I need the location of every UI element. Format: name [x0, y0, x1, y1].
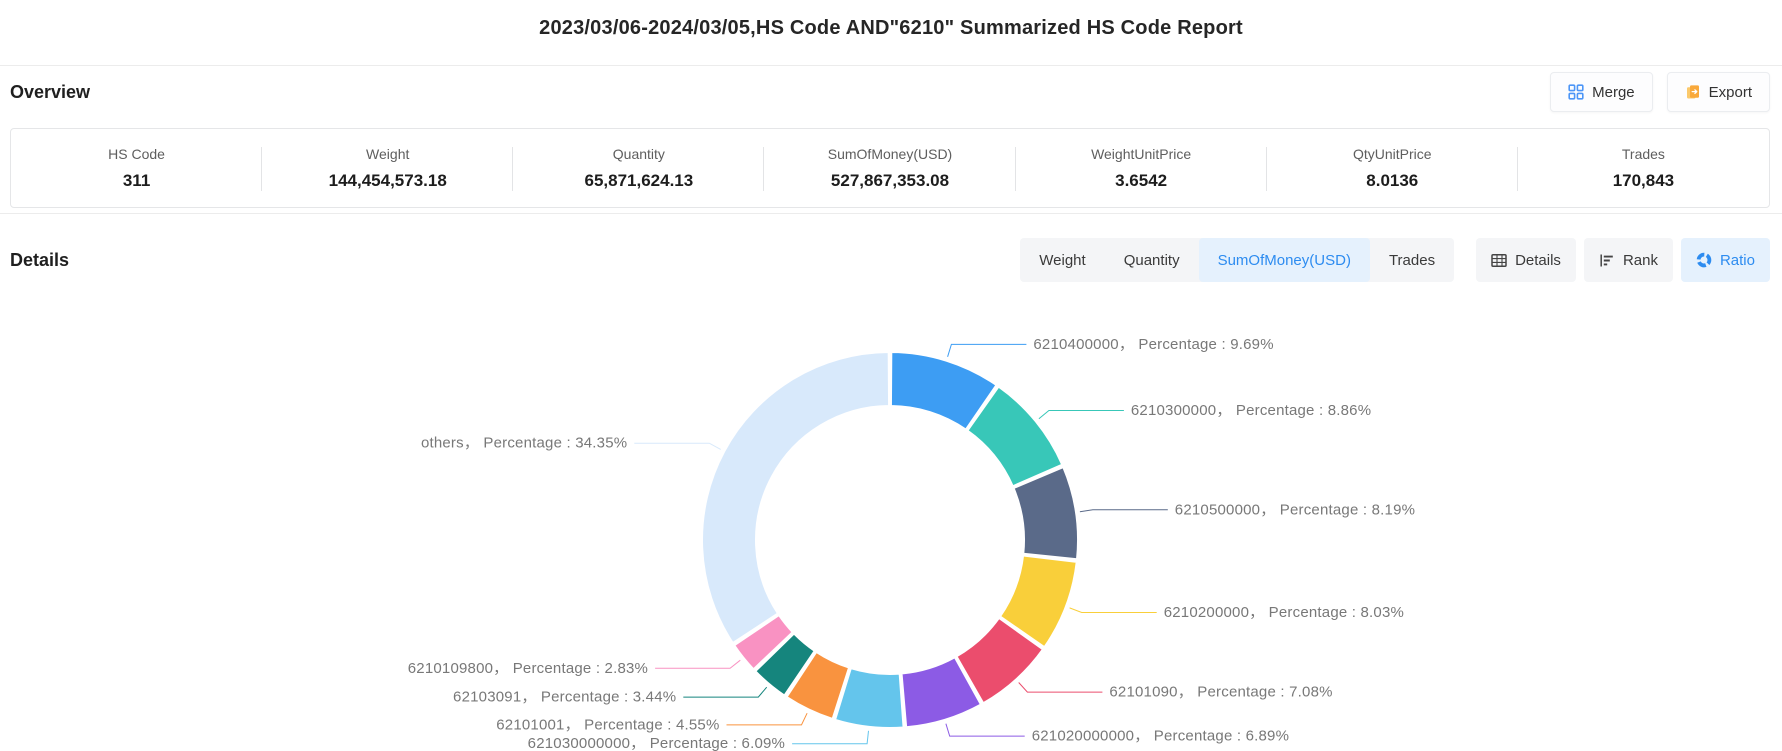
- label-leader-line: [634, 443, 720, 449]
- label-leader-line: [1019, 683, 1103, 693]
- slice-label-6210200000: 6210200000， Percentage : 8.03%: [1164, 604, 1404, 621]
- label-leader-line: [727, 713, 808, 725]
- label-leader-line: [792, 731, 868, 744]
- label-leader-line: [1080, 510, 1168, 512]
- slice-label-others: others， Percentage : 34.35%: [421, 435, 627, 452]
- slice-label-62101001: 62101001， Percentage : 4.55%: [496, 716, 719, 733]
- label-leader-line: [655, 660, 740, 668]
- slice-label-6210300000: 6210300000， Percentage : 8.86%: [1131, 402, 1371, 419]
- label-leader-line: [1070, 608, 1157, 613]
- label-leader-line: [948, 344, 1027, 356]
- pie-slice-others[interactable]: [702, 352, 889, 643]
- slice-label-62103091: 62103091， Percentage : 3.44%: [453, 689, 676, 706]
- slice-label-621030000000: 621030000000， Percentage : 6.09%: [528, 735, 785, 751]
- slice-label-6210109800: 6210109800， Percentage : 2.83%: [408, 660, 648, 677]
- label-leader-line: [683, 687, 766, 697]
- report-page: 2023/03/06-2024/03/05,HS Code AND"6210" …: [0, 0, 1782, 751]
- label-leader-line: [946, 724, 1025, 736]
- slice-label-6210500000: 6210500000， Percentage : 8.19%: [1175, 501, 1415, 518]
- slice-label-6210400000: 6210400000， Percentage : 9.69%: [1033, 336, 1273, 353]
- donut-chart: 6210400000， Percentage : 9.69% 6210300000…: [0, 0, 1782, 751]
- label-leader-line: [1039, 411, 1124, 419]
- slice-label-62101090: 62101090， Percentage : 7.08%: [1109, 684, 1332, 701]
- slice-label-621020000000: 621020000000， Percentage : 6.89%: [1032, 728, 1289, 745]
